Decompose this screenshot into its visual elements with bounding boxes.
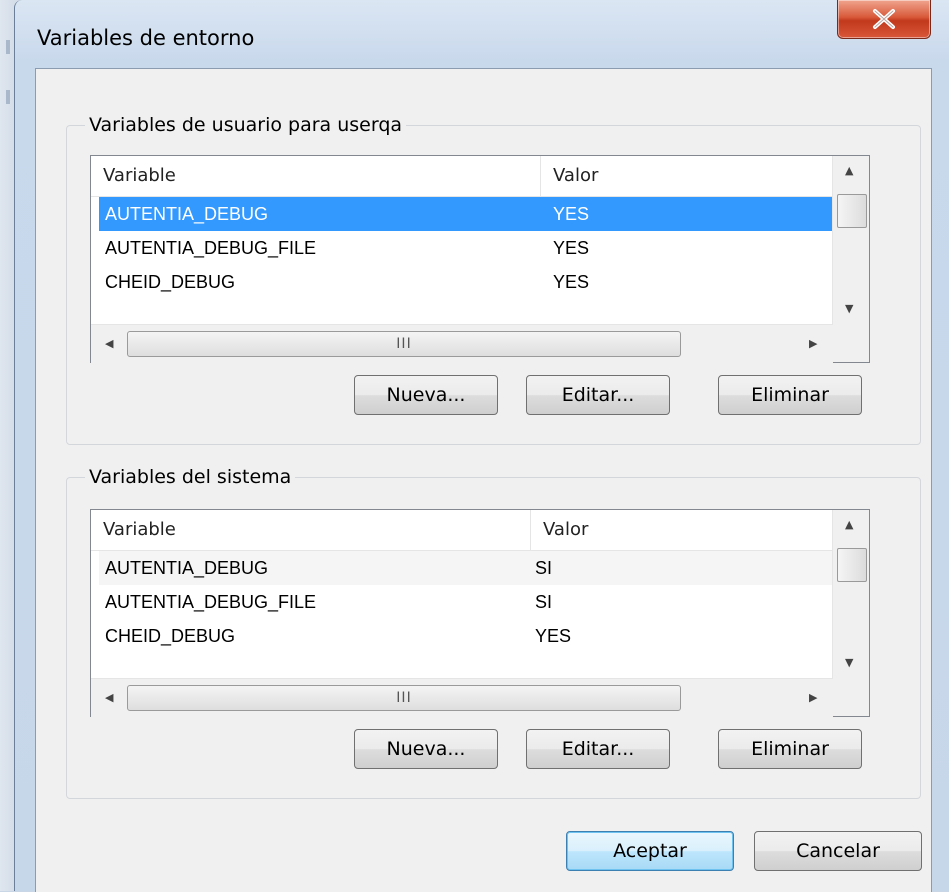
dialog-body: Variables de usuario para userqa Variabl… <box>35 68 932 892</box>
user-variables-list[interactable]: Variable Valor AUTENTIA_DEBUG YES AUTENT… <box>90 155 870 363</box>
environment-variables-dialog: Variables de entorno Variables de usuari… <box>14 0 949 892</box>
horizontal-scroll-thumb[interactable]: III <box>127 331 681 357</box>
grip-icon: III <box>396 336 412 352</box>
variable-name: AUTENTIA_DEBUG <box>105 558 269 578</box>
table-row[interactable]: AUTENTIA_DEBUG YES <box>99 197 849 231</box>
horizontal-scrollbar[interactable]: ◀ III ▶ <box>91 678 833 717</box>
vertical-scroll-thumb[interactable] <box>837 548 867 582</box>
list-header: Variable Valor <box>91 510 849 551</box>
title-bar: Variables de entorno <box>15 0 949 64</box>
variable-value: YES <box>553 238 590 258</box>
variable-name: CHEID_DEBUG <box>105 626 236 646</box>
user-delete-button[interactable]: Eliminar <box>718 375 862 415</box>
table-row[interactable]: AUTENTIA_DEBUG_FILE SI <box>99 585 849 619</box>
scroll-right-icon[interactable]: ▶ <box>809 691 817 704</box>
scroll-down-icon[interactable]: ▼ <box>845 302 853 315</box>
table-row[interactable]: AUTENTIA_DEBUG SI <box>99 551 849 585</box>
table-row[interactable]: CHEID_DEBUG YES <box>99 265 849 299</box>
column-header-value[interactable]: Valor <box>531 510 839 550</box>
variable-name: CHEID_DEBUG <box>105 272 236 292</box>
window-title: Variables de entorno <box>37 26 255 50</box>
vertical-scrollbar[interactable]: ▲ ▼ <box>832 156 869 324</box>
close-button[interactable] <box>837 0 931 39</box>
scroll-left-icon[interactable]: ◀ <box>105 691 113 704</box>
variable-value: YES <box>535 626 572 646</box>
scrollbar-corner <box>833 324 869 362</box>
scroll-up-icon[interactable]: ▲ <box>845 164 853 177</box>
vertical-scroll-thumb[interactable] <box>837 194 867 228</box>
variable-name: AUTENTIA_DEBUG <box>105 204 269 224</box>
background-fragment <box>6 90 10 104</box>
scrollbar-corner <box>833 678 869 716</box>
column-header-variable[interactable]: Variable <box>91 510 531 550</box>
close-icon <box>873 9 895 29</box>
table-row[interactable]: CHEID_DEBUG YES <box>99 619 849 653</box>
variable-name: AUTENTIA_DEBUG_FILE <box>105 238 317 258</box>
user-variables-label: Variables de usuario para userqa <box>85 113 407 137</box>
grip-icon: III <box>396 690 412 706</box>
variable-value: YES <box>553 272 590 292</box>
system-delete-button[interactable]: Eliminar <box>718 729 862 769</box>
system-variables-label: Variables del sistema <box>85 465 296 489</box>
system-new-button[interactable]: Nueva... <box>354 729 498 769</box>
cancel-button[interactable]: Cancelar <box>754 831 922 871</box>
background-fragment <box>6 40 10 54</box>
user-new-button[interactable]: Nueva... <box>354 375 498 415</box>
scroll-right-icon[interactable]: ▶ <box>809 337 817 350</box>
variable-value: SI <box>535 592 553 612</box>
system-variables-list[interactable]: Variable Valor AUTENTIA_DEBUG SI AUTENTI… <box>90 509 870 717</box>
variable-value: SI <box>535 558 553 578</box>
scroll-up-icon[interactable]: ▲ <box>845 518 853 531</box>
list-header: Variable Valor <box>91 156 849 197</box>
user-edit-button[interactable]: Editar... <box>526 375 670 415</box>
column-header-variable[interactable]: Variable <box>91 156 541 196</box>
variable-value: YES <box>553 204 590 224</box>
table-row[interactable]: AUTENTIA_DEBUG_FILE YES <box>99 231 849 265</box>
column-header-value[interactable]: Valor <box>541 156 849 196</box>
vertical-scrollbar[interactable]: ▲ ▼ <box>832 510 869 678</box>
scroll-left-icon[interactable]: ◀ <box>105 337 113 350</box>
variable-name: AUTENTIA_DEBUG_FILE <box>105 592 317 612</box>
ok-button[interactable]: Aceptar <box>566 831 734 871</box>
system-edit-button[interactable]: Editar... <box>526 729 670 769</box>
horizontal-scrollbar[interactable]: ◀ III ▶ <box>91 324 833 363</box>
horizontal-scroll-thumb[interactable]: III <box>127 685 681 711</box>
scroll-down-icon[interactable]: ▼ <box>845 656 853 669</box>
